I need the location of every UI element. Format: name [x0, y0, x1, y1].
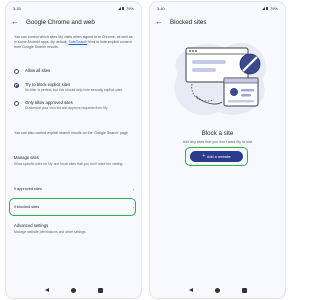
nav-recents-icon[interactable]: [97, 287, 103, 293]
add-website-label: Add a website: [206, 154, 231, 159]
option-only-approved[interactable]: Only allow approved sites Customize your…: [14, 100, 134, 110]
battery-percent: 79%: [269, 6, 278, 11]
radio-button-selected[interactable]: [14, 82, 19, 88]
page-title: Blocked sites: [170, 18, 207, 26]
option-description: No filter is perfect, but this should he…: [25, 88, 123, 92]
status-time: 3:33: [13, 6, 21, 11]
manage-sites-title: Manage sites: [14, 155, 39, 160]
nav-back-icon[interactable]: [188, 288, 193, 292]
phone-screen-chrome-web: 3:33 79% ← Google Chrome and web You can…: [6, 2, 141, 298]
blocked-sites-row[interactable]: 0 blocked sites ›: [14, 203, 134, 211]
status-icons: 79%: [261, 6, 278, 11]
manage-sites-description: Allow specific sites for My and block si…: [14, 162, 123, 166]
radio-button[interactable]: [14, 68, 19, 74]
signal-icon: [261, 7, 265, 10]
system-nav-bar: [150, 286, 285, 294]
signal-icon: [117, 7, 121, 10]
app-bar: ← Blocked sites: [155, 16, 280, 28]
option-description: Customize your own list and approve requ…: [25, 106, 108, 110]
advanced-settings-description: Manage website permissions and other set…: [14, 230, 86, 234]
nav-recents-icon[interactable]: [241, 287, 247, 293]
status-time: 3:40: [157, 6, 165, 11]
radio-button[interactable]: [14, 100, 19, 106]
option-allow-all[interactable]: Allow all sites: [14, 68, 134, 74]
nav-back-icon[interactable]: [44, 288, 49, 292]
system-nav-bar: [6, 286, 141, 294]
phone-screen-blocked-sites: 3:40 79% ← Blocked sites Block a site Ad…: [150, 2, 285, 298]
chevron-right-icon: ›: [132, 204, 135, 210]
battery-icon: [266, 6, 269, 11]
page-title: Google Chrome and web: [26, 18, 95, 26]
safesearch-link[interactable]: SafeSearch: [69, 40, 88, 44]
back-arrow-icon[interactable]: ←: [155, 18, 165, 26]
nav-home-icon[interactable]: [70, 287, 76, 293]
intro-text: You can control which sites My visits wh…: [14, 35, 133, 49]
search-note: You can also control explicit search res…: [14, 131, 128, 135]
add-website-button[interactable]: + Add a website: [190, 151, 243, 162]
blocked-site-illustration: [174, 43, 266, 116]
status-bar: 3:33 79%: [13, 5, 134, 12]
advanced-settings-title[interactable]: Advanced settings: [14, 223, 48, 228]
plus-icon: +: [202, 153, 206, 159]
battery-percent: 79%: [125, 6, 134, 11]
block-site-heading: Block a site: [201, 130, 234, 137]
approved-sites-row[interactable]: 0 approved sites ›: [14, 185, 134, 193]
approved-sites-label: 0 approved sites: [14, 187, 42, 191]
block-site-description: Add any sites that you don't want My to …: [182, 140, 253, 144]
app-bar: ← Google Chrome and web: [11, 16, 136, 28]
option-block-explicit[interactable]: Try to block explicit sites No filter is…: [14, 82, 134, 92]
blocked-sites-label: 0 blocked sites: [14, 205, 40, 209]
status-bar: 3:40 79%: [157, 5, 278, 12]
status-icons: 79%: [117, 6, 134, 11]
chevron-right-icon: ›: [132, 186, 135, 192]
back-arrow-icon[interactable]: ←: [11, 18, 21, 26]
battery-icon: [122, 6, 125, 11]
nav-home-icon[interactable]: [214, 287, 220, 293]
option-label: Allow all sites: [25, 68, 51, 73]
